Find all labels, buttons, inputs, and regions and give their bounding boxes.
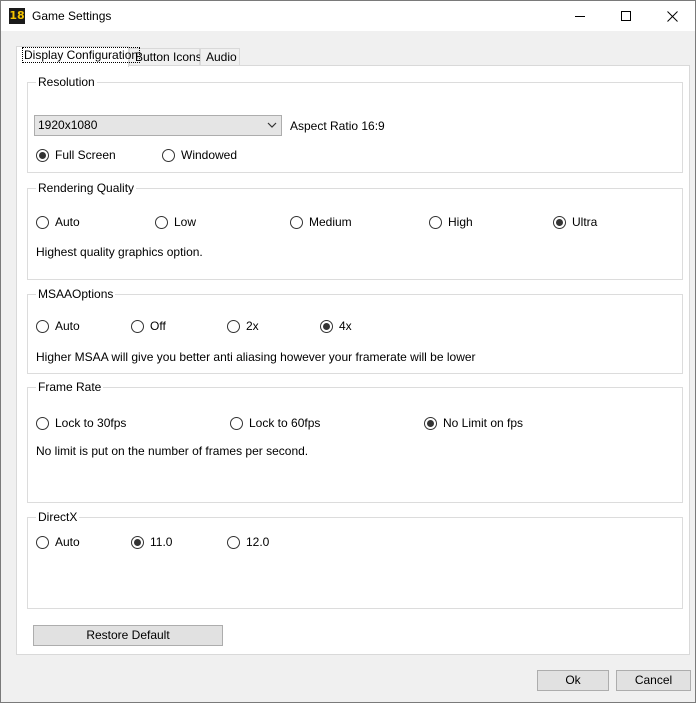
- radio-label: Ultra: [572, 215, 598, 229]
- radio-indicator: [320, 319, 333, 333]
- radio-fps-60[interactable]: Lock to 60fps: [230, 416, 320, 430]
- radio-msaa-2x[interactable]: 2x: [227, 319, 259, 333]
- resolution-group: Resolution 1920x1080 Aspect Ratio 16:9 F…: [27, 75, 683, 173]
- radio-quality-high[interactable]: High: [429, 215, 473, 229]
- rendering-quality-group: Rendering Quality Auto Low Medium High U…: [27, 181, 683, 280]
- radio-label: Lock to 60fps: [249, 416, 321, 430]
- msaa-description: Higher MSAA will give you better anti al…: [36, 350, 476, 364]
- radio-msaa-auto[interactable]: Auto: [36, 319, 80, 333]
- title-bar: 18 Game Settings: [1, 1, 695, 31]
- radio-label: 12.0: [246, 535, 270, 549]
- minimize-button[interactable]: [557, 1, 603, 31]
- game-settings-window: 18 Game Settings Display Configuration B…: [0, 0, 696, 703]
- window-title: Game Settings: [32, 9, 112, 23]
- radio-label: Off: [150, 319, 166, 333]
- resolution-group-title: Resolution: [36, 75, 97, 89]
- radio-label: 2x: [246, 319, 259, 333]
- rendering-quality-description: Highest quality graphics option.: [36, 245, 203, 259]
- radio-msaa-4x[interactable]: 4x: [320, 319, 352, 333]
- radio-windowed[interactable]: Windowed: [162, 148, 237, 162]
- maximize-icon: [621, 11, 631, 21]
- radio-label: Full Screen: [55, 148, 116, 162]
- radio-label: Low: [174, 215, 197, 229]
- radio-indicator: [36, 416, 49, 430]
- display-configuration-panel: Resolution 1920x1080 Aspect Ratio 16:9 F…: [16, 65, 690, 655]
- radio-label: Auto: [55, 215, 80, 229]
- cancel-button[interactable]: Cancel: [616, 670, 691, 691]
- msaa-group-title: MSAAOptions: [36, 287, 116, 301]
- radio-fps-30[interactable]: Lock to 30fps: [36, 416, 126, 430]
- radio-label: High: [448, 215, 473, 229]
- close-icon: [666, 10, 678, 22]
- radio-indicator: [36, 148, 49, 162]
- frame-rate-group-title: Frame Rate: [36, 380, 104, 394]
- radio-directx-12[interactable]: 12.0: [227, 535, 269, 549]
- radio-full-screen[interactable]: Full Screen: [36, 148, 116, 162]
- radio-quality-auto[interactable]: Auto: [36, 215, 80, 229]
- radio-directx-11[interactable]: 11.0: [131, 535, 172, 549]
- radio-indicator: [227, 535, 240, 549]
- radio-quality-low[interactable]: Low: [155, 215, 196, 229]
- chevron-down-icon: [267, 122, 277, 128]
- radio-indicator: [553, 215, 566, 229]
- rendering-quality-group-title: Rendering Quality: [36, 181, 137, 195]
- radio-msaa-off[interactable]: Off: [131, 319, 166, 333]
- ok-button[interactable]: Ok: [537, 670, 609, 691]
- radio-label: Auto: [55, 535, 80, 549]
- radio-indicator: [162, 148, 175, 162]
- radio-indicator: [230, 416, 243, 430]
- restore-default-button[interactable]: Restore Default: [33, 625, 223, 646]
- radio-indicator: [290, 215, 303, 229]
- radio-fps-no-limit[interactable]: No Limit on fps: [424, 416, 523, 430]
- minimize-icon: [575, 15, 585, 17]
- radio-indicator: [155, 215, 168, 229]
- tab-audio[interactable]: Audio: [200, 48, 240, 66]
- frame-rate-group: Frame Rate Lock to 30fps Lock to 60fps N…: [27, 380, 683, 503]
- radio-quality-medium[interactable]: Medium: [290, 215, 352, 229]
- tab-label: Button Icons: [135, 50, 202, 64]
- radio-indicator: [227, 319, 240, 333]
- radio-label: Windowed: [181, 148, 238, 162]
- aspect-ratio-label: Aspect Ratio 16:9: [290, 119, 385, 133]
- frame-rate-description: No limit is put on the number of frames …: [36, 444, 309, 458]
- radio-indicator: [36, 319, 49, 333]
- close-button[interactable]: [649, 1, 695, 31]
- radio-indicator: [131, 535, 144, 549]
- radio-label: Medium: [309, 215, 352, 229]
- maximize-button[interactable]: [603, 1, 649, 31]
- resolution-dropdown[interactable]: 1920x1080: [34, 115, 282, 136]
- radio-indicator: [131, 319, 144, 333]
- radio-label: 11.0: [150, 535, 173, 549]
- radio-indicator: [36, 535, 49, 549]
- directx-group-title: DirectX: [36, 510, 80, 524]
- tab-label: Audio: [206, 50, 237, 64]
- msaa-group: MSAAOptions Auto Off 2x 4x Higher MSAA w…: [27, 287, 683, 374]
- radio-indicator: [429, 215, 442, 229]
- radio-label: Auto: [55, 319, 80, 333]
- radio-indicator: [36, 215, 49, 229]
- app-icon: 18: [9, 8, 25, 24]
- radio-label: Lock to 30fps: [55, 416, 127, 430]
- tab-display-configuration[interactable]: Display Configuration: [16, 46, 141, 67]
- radio-quality-ultra[interactable]: Ultra: [553, 215, 597, 229]
- radio-label: No Limit on fps: [443, 416, 524, 430]
- resolution-selected-value: 1920x1080: [38, 118, 98, 132]
- radio-label: 4x: [339, 319, 352, 333]
- radio-directx-auto[interactable]: Auto: [36, 535, 80, 549]
- tab-label: Display Configuration: [22, 47, 141, 63]
- radio-indicator: [424, 416, 437, 430]
- directx-group: DirectX Auto 11.0 12.0: [27, 510, 683, 609]
